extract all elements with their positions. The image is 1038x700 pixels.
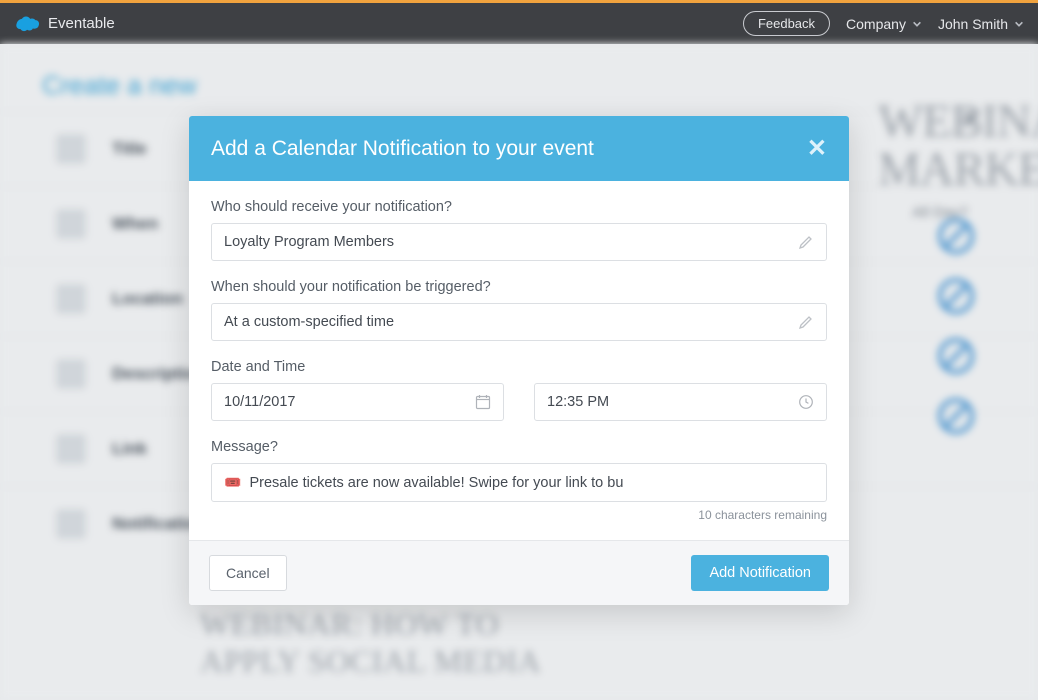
who-select[interactable]: Loyalty Program Members xyxy=(211,223,827,261)
company-dropdown[interactable]: Company xyxy=(846,16,922,32)
chevron-down-icon xyxy=(912,19,922,29)
time-input[interactable]: 12:35 PM xyxy=(534,383,827,421)
user-dropdown[interactable]: John Smith xyxy=(938,16,1024,32)
clock-icon xyxy=(798,394,814,410)
close-icon[interactable]: ✕ xyxy=(807,134,827,163)
time-value: 12:35 PM xyxy=(547,394,609,410)
message-input[interactable]: 🎟️ Presale tickets are now available! Sw… xyxy=(211,463,827,502)
modal-overlay: Add a Calendar Notification to your even… xyxy=(0,44,1038,700)
trigger-label: When should your notification be trigger… xyxy=(211,279,827,295)
notification-modal: Add a Calendar Notification to your even… xyxy=(189,116,849,605)
who-value: Loyalty Program Members xyxy=(224,234,394,250)
pencil-icon xyxy=(798,314,814,330)
date-input[interactable]: 10/11/2017 xyxy=(211,383,504,421)
salesforce-cloud-icon xyxy=(14,15,40,33)
ticket-icon: 🎟️ xyxy=(224,474,241,491)
company-label: Company xyxy=(846,16,906,32)
chevron-down-icon xyxy=(1014,19,1024,29)
message-value: Presale tickets are now available! Swipe… xyxy=(249,475,623,491)
trigger-value: At a custom-specified time xyxy=(224,314,394,330)
add-notification-button[interactable]: Add Notification xyxy=(691,555,829,591)
who-label: Who should receive your notification? xyxy=(211,199,827,215)
calendar-icon xyxy=(475,394,491,410)
top-nav: Eventable Feedback Company John Smith xyxy=(0,3,1038,44)
message-label: Message? xyxy=(211,439,827,455)
pencil-icon xyxy=(798,234,814,250)
datetime-label: Date and Time xyxy=(211,359,827,375)
modal-title: Add a Calendar Notification to your even… xyxy=(211,137,594,161)
trigger-select[interactable]: At a custom-specified time xyxy=(211,303,827,341)
modal-footer: Cancel Add Notification xyxy=(189,540,849,605)
feedback-button[interactable]: Feedback xyxy=(743,11,830,36)
user-name: John Smith xyxy=(938,16,1008,32)
cancel-button[interactable]: Cancel xyxy=(209,555,287,591)
brand-name: Eventable xyxy=(48,15,115,32)
char-remaining: 10 characters remaining xyxy=(211,508,827,522)
date-value: 10/11/2017 xyxy=(224,394,296,410)
brand: Eventable xyxy=(14,15,115,33)
modal-header: Add a Calendar Notification to your even… xyxy=(189,116,849,181)
